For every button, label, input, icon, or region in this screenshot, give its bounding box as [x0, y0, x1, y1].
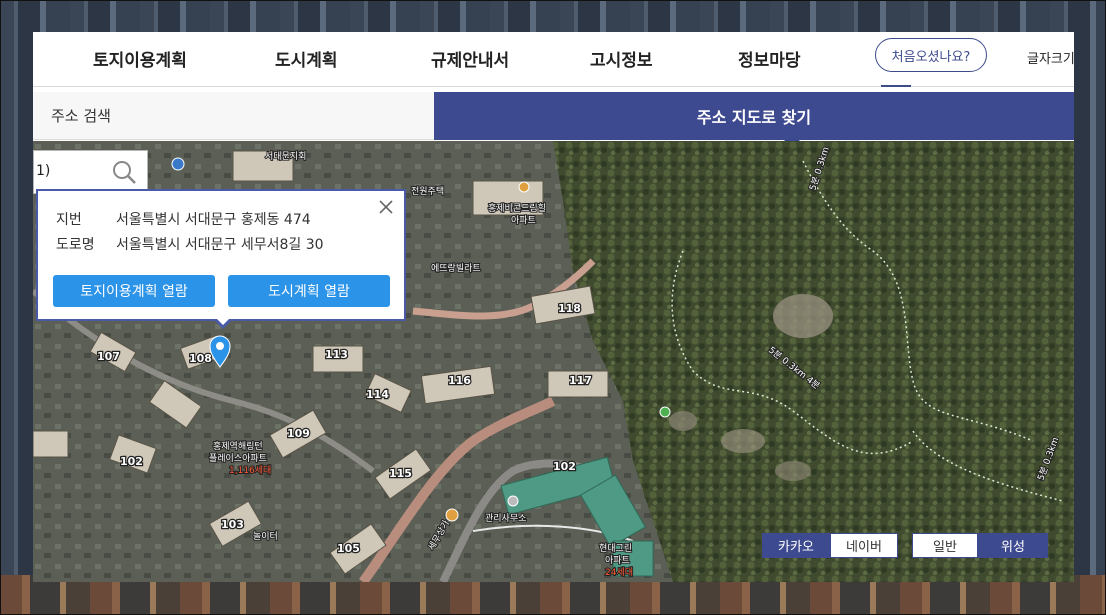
building-number: 102 — [553, 460, 576, 473]
nav-urban-plan[interactable]: 도시계획 — [275, 46, 338, 71]
popup-road-row: 도로명 서울특별시 서대문구 세무서8길 30 — [56, 234, 324, 254]
urban-plan-view-button[interactable]: 도시계획 열람 — [228, 275, 390, 307]
map-label-villa: 에뜨랑빌라트 — [431, 262, 481, 274]
satellite-map[interactable]: 서대문지회 전원주택 홍제비콘드림힐 아파트 에뜨랑빌라트 홍제역해링턴 플레이… — [33, 141, 1074, 582]
normal-map-button[interactable]: 일반 — [912, 533, 978, 558]
satellite-map-button[interactable]: 위성 — [978, 533, 1048, 558]
land-use-plan-view-button[interactable]: 토지이용계획 열람 — [53, 275, 215, 307]
map-label-house: 전원주택 — [411, 186, 444, 197]
map-label-apt-complex-units: 1,116세대 — [229, 465, 271, 476]
search-tabs: 주소 검색 주소 지도로 찾기 — [33, 92, 1074, 140]
map-label-apt-complex-1: 홍제역해링턴 — [213, 440, 263, 452]
popup-tail — [213, 317, 233, 329]
building-number: 107 — [97, 350, 120, 363]
map-search-box — [33, 150, 148, 194]
building-number: 113 — [325, 348, 348, 361]
building-number: 105 — [337, 542, 360, 555]
map-label-hyundai-units: 24세대 — [605, 567, 633, 578]
naver-map-button[interactable]: 네이버 — [830, 533, 898, 558]
nav-land-use-plan[interactable]: 토지이용계획 — [93, 46, 187, 71]
map-label-apt-hill-1: 홍제비콘드림힐 — [488, 202, 546, 214]
building-number: 114 — [366, 388, 389, 401]
tab-find-on-map[interactable]: 주소 지도로 찾기 — [434, 92, 1074, 140]
building-number: 118 — [558, 302, 581, 315]
popup-road-value: 서울특별시 서대문구 세무서8길 30 — [116, 237, 324, 253]
map-label-playground: 놀이터 — [253, 531, 278, 542]
first-visit-button[interactable]: 처음오셨나요? — [875, 38, 987, 72]
map-type-toggle: 일반 위성 — [912, 533, 1048, 558]
popup-jibun-label: 지번 — [56, 212, 82, 228]
main-panel: 토지이용계획 도시계획 규제안내서 고시정보 정보마당 처음오셨나요? 글자크기… — [33, 32, 1074, 582]
address-popup: 지번 서울특별시 서대문구 홍제동 474 도로명 서울특별시 서대문구 세무서8길… — [36, 189, 406, 321]
building-number: 115 — [389, 467, 412, 480]
search-icon[interactable] — [111, 159, 137, 185]
building-number: 102 — [120, 455, 143, 468]
map-label-church: 서대문지회 — [265, 151, 306, 162]
top-nav: 토지이용계획 도시계획 규제안내서 고시정보 정보마당 처음오셨나요? 글자크기 — [33, 32, 1074, 87]
font-size-control[interactable]: 글자크기 — [1027, 48, 1074, 67]
building-number: 117 — [569, 374, 592, 387]
building-number: 103 — [221, 518, 244, 531]
map-label-apt-hill-2: 아파트 — [511, 215, 536, 226]
map-label-hyundai-1: 현대그린 — [599, 543, 632, 554]
building-number: 116 — [448, 374, 471, 387]
map-provider-toggle: 카카오 네이버 — [762, 533, 898, 558]
building-number: 108 — [189, 352, 212, 365]
map-label-office: 관리사무소 — [485, 513, 526, 524]
nav-active-indicator — [881, 85, 911, 87]
map-label-hyundai-2: 아파트 — [605, 555, 630, 566]
map-search-input[interactable] — [34, 151, 106, 191]
map-label-apt-complex-2: 플레이스아파트 — [209, 453, 267, 464]
popup-road-label: 도로명 — [56, 237, 95, 253]
building-number: 109 — [287, 427, 310, 440]
popup-jibun-row: 지번 서울특별시 서대문구 홍제동 474 — [56, 209, 311, 229]
tab-address-search[interactable]: 주소 검색 — [33, 92, 434, 140]
kakao-map-button[interactable]: 카카오 — [762, 533, 830, 558]
nav-info-plaza[interactable]: 정보마당 — [738, 46, 801, 71]
popup-jibun-value: 서울특별시 서대문구 홍제동 474 — [116, 212, 311, 228]
nav-regulation-guide[interactable]: 규제안내서 — [431, 46, 509, 71]
close-icon[interactable] — [378, 199, 394, 215]
nav-notice-info[interactable]: 고시정보 — [590, 46, 653, 71]
